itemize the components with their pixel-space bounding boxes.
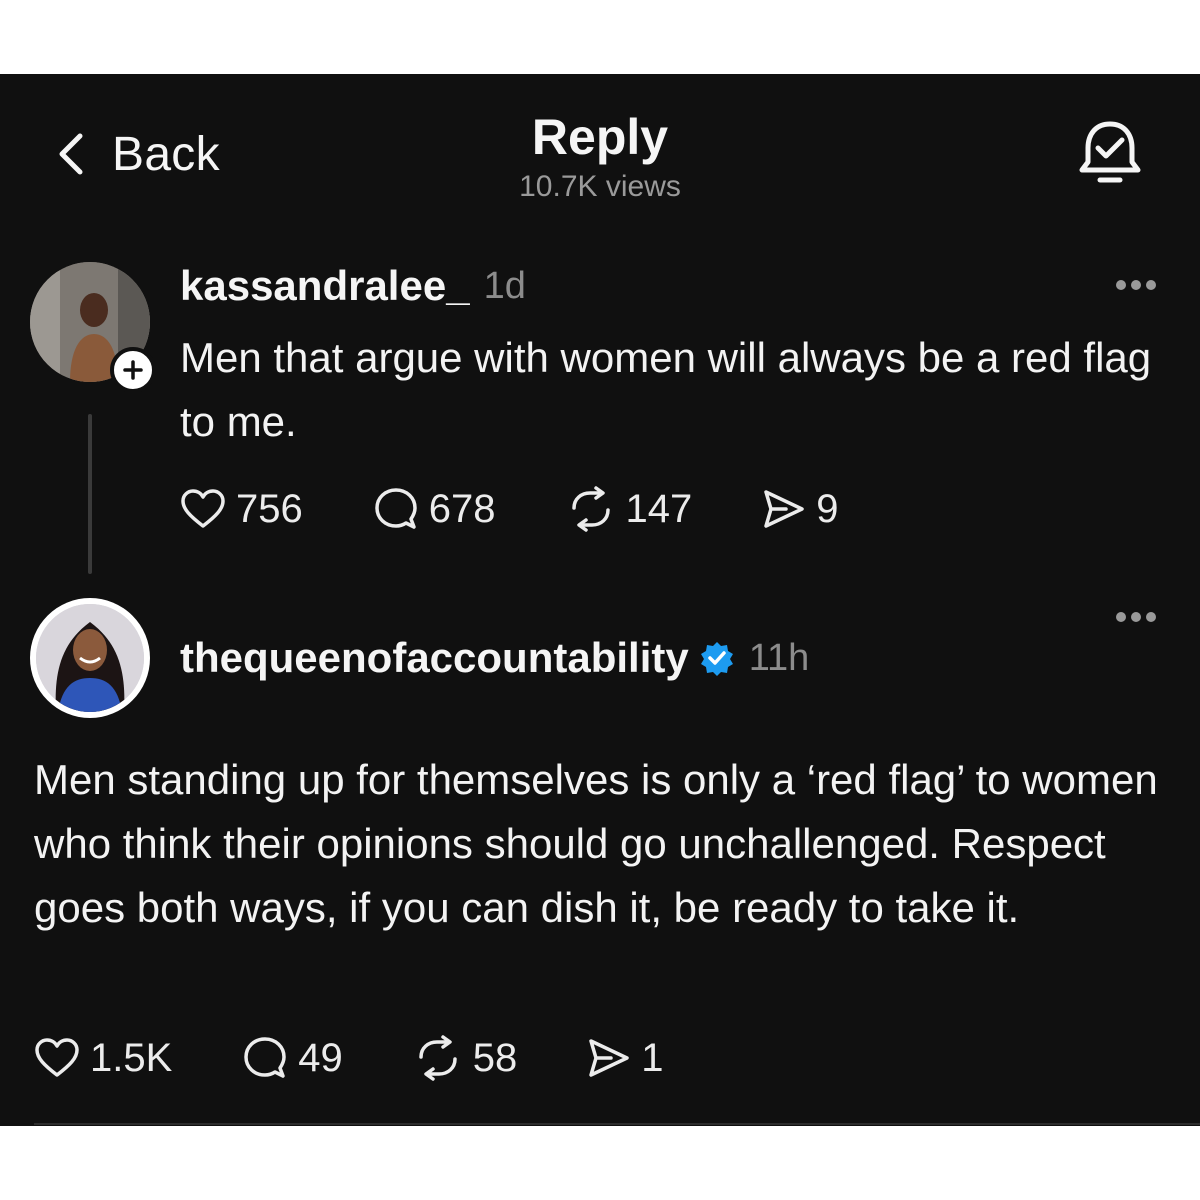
more-options-icon[interactable]: [1114, 278, 1158, 292]
post-time: 1d: [483, 264, 526, 307]
like-count: 756: [236, 486, 303, 531]
share-count: 9: [816, 486, 839, 531]
comment-count: 49: [298, 1035, 343, 1080]
avatar[interactable]: [30, 598, 150, 718]
threads-reply-screen: Back Reply 10.7K views kassandralee_ 1d …: [0, 74, 1200, 1126]
repost-button[interactable]: 58: [413, 1035, 518, 1081]
comment-bubble-icon: [375, 488, 417, 529]
follow-plus-button[interactable]: [110, 347, 156, 393]
post-text: Men that argue with women will always be…: [180, 334, 1152, 445]
username[interactable]: kassandralee_: [180, 262, 470, 310]
share-count: 1: [641, 1035, 664, 1080]
repost-count: 147: [625, 486, 693, 531]
notification-bell-icon[interactable]: [1078, 118, 1142, 188]
send-icon: [589, 1039, 630, 1077]
comment-bubble-icon: [244, 1037, 287, 1078]
divider: [34, 1123, 1200, 1125]
post-text: Men standing up for themselves is only a…: [34, 756, 1158, 931]
repost-icon: [419, 1035, 457, 1081]
comment-button[interactable]: 49: [242, 1035, 343, 1081]
plus-icon: [123, 360, 143, 380]
post-header: kassandralee_ 1d: [180, 260, 526, 312]
share-button[interactable]: 1: [587, 1035, 664, 1081]
share-button[interactable]: 9: [762, 486, 839, 532]
heart-icon: [35, 1038, 79, 1077]
page-title: Reply: [531, 109, 669, 165]
like-button[interactable]: 1.5K: [34, 1036, 172, 1081]
post-header: thequeenofaccountability 11h: [180, 632, 809, 684]
post-time: 11h: [748, 636, 810, 679]
comment-count: 678: [428, 486, 496, 531]
repost-icon: [571, 486, 610, 532]
username[interactable]: thequeenofaccountability: [180, 634, 689, 682]
comment-button[interactable]: 678: [373, 486, 496, 532]
repost-button[interactable]: 147: [566, 486, 693, 532]
more-options-icon[interactable]: [1114, 610, 1158, 624]
avatar-photo: [36, 604, 144, 712]
post-actions: 1.5K 49 58 1: [34, 1033, 664, 1083]
heart-icon: [181, 489, 225, 528]
repost-count: 58: [472, 1035, 518, 1080]
view-count: 10.7K views: [519, 170, 681, 203]
post-actions: 756 678 147 9: [180, 484, 839, 534]
like-button[interactable]: 756: [180, 487, 303, 532]
send-icon: [764, 490, 804, 528]
verified-badge-icon: [700, 642, 733, 676]
like-count: 1.5K: [90, 1035, 173, 1080]
thread-line: [88, 414, 92, 574]
